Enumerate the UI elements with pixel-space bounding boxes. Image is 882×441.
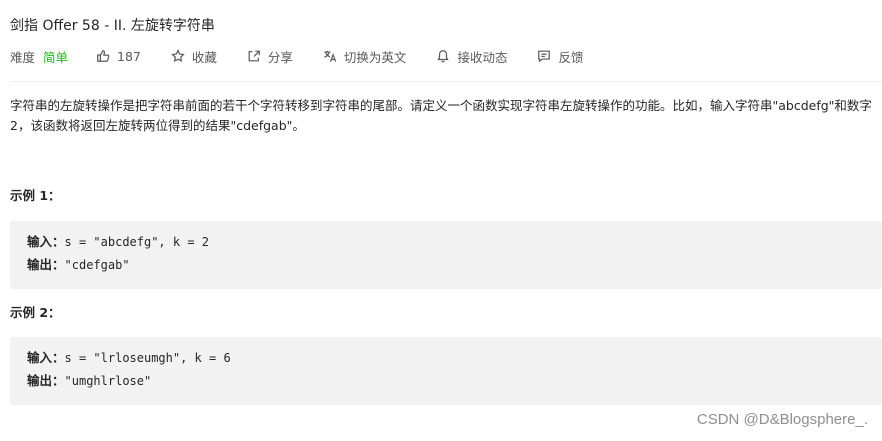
problem-meta-bar: 难度 简单 187 收藏 分享 切换为英文 接收动态 反馈	[10, 46, 613, 66]
watermark: CSDN @D&Blogsphere_.	[696, 411, 868, 428]
collect-button[interactable]: 收藏	[171, 47, 217, 66]
example-1-output: 输出："cdefgab"	[27, 256, 130, 274]
output-value: "umghlrlose"	[64, 374, 152, 388]
thumbs-up-icon	[97, 50, 110, 62]
problem-page: 剑指 Offer 58 - II. 左旋转字符串 难度 简单 187 收藏 分享	[0, 0, 882, 441]
example-2-input: 输入：s = "lrloseumgh", k = 6	[27, 349, 231, 367]
example-1-title: 示例 1：	[10, 188, 61, 203]
output-label: 输出：	[27, 373, 65, 388]
output-value: "cdefgab"	[64, 258, 130, 272]
translate-icon	[324, 50, 337, 62]
like-button[interactable]: 187	[96, 49, 141, 64]
share-button[interactable]: 分享	[247, 47, 293, 66]
difficulty-label: 难度	[10, 49, 36, 65]
share-icon	[248, 50, 260, 62]
example-2-output: 输出："umghlrlose"	[27, 372, 151, 390]
example-1-code-block: 输入：s = "abcdefg", k = 2 输出："cdefgab"	[10, 221, 882, 289]
feedback-icon	[538, 50, 551, 63]
problem-description: 字符串的左旋转操作是把字符串前面的若干个字符转移到字符串的尾部。请定义一个函数实…	[10, 98, 872, 133]
translate-button[interactable]: 切换为英文	[323, 47, 407, 66]
example-2-code-block: 输入：s = "lrloseumgh", k = 6 输出："umghlrlos…	[10, 337, 882, 405]
input-label: 输入：	[27, 350, 65, 365]
notify-button[interactable]: 接收动态	[436, 47, 507, 66]
input-value: s = "lrloseumgh", k = 6	[64, 351, 231, 365]
output-label: 输出：	[27, 257, 65, 272]
collect-label: 收藏	[191, 49, 217, 65]
star-icon	[171, 49, 185, 63]
divider	[10, 81, 882, 82]
input-label: 输入：	[27, 234, 65, 249]
bell-icon	[437, 50, 450, 63]
problem-title: 剑指 Offer 58 - II. 左旋转字符串	[10, 18, 215, 34]
feedback-button[interactable]: 反馈	[537, 47, 583, 66]
like-count: 187	[117, 48, 141, 64]
feedback-label: 反馈	[558, 49, 584, 65]
example-2-title: 示例 2：	[10, 305, 61, 320]
translate-label: 切换为英文	[343, 49, 407, 65]
share-label: 分享	[267, 49, 293, 65]
difficulty-value: 简单	[43, 49, 69, 65]
input-value: s = "abcdefg", k = 2	[64, 235, 210, 249]
notify-label: 接收动态	[457, 49, 508, 65]
example-1-input: 输入：s = "abcdefg", k = 2	[27, 233, 209, 251]
